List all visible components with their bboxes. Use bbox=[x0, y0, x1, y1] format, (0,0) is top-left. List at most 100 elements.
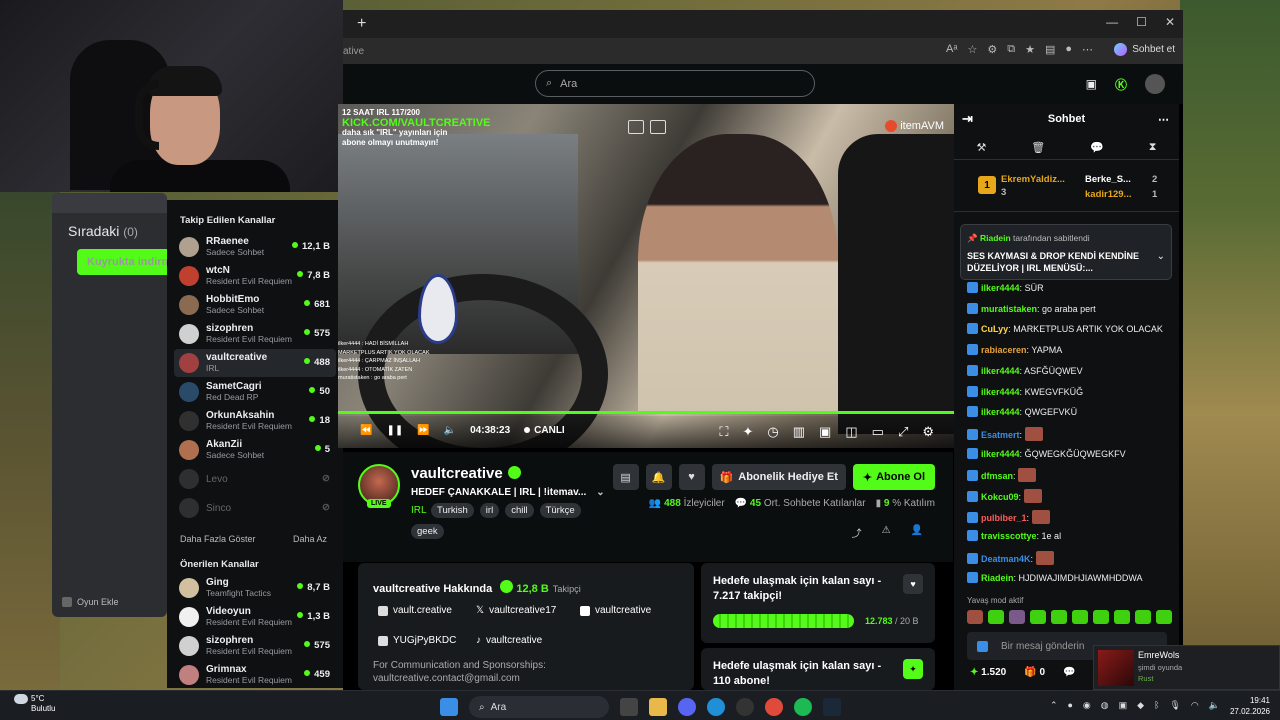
star-icon[interactable]: ✦ bbox=[903, 659, 923, 679]
sidebar-channel[interactable]: sizophren Resident Evil Requiem 575 bbox=[174, 632, 336, 660]
sidebar-channel[interactable]: OrkunAksahin Resident Evil Requiem 18 bbox=[174, 407, 336, 435]
hammer-icon[interactable]: ⚒ bbox=[976, 141, 986, 154]
chat-message[interactable]: muratistaken: go araba pert bbox=[967, 302, 1096, 314]
split-screen-icon[interactable]: ⧉ bbox=[1007, 43, 1015, 56]
chat-message[interactable]: CuLyy: MARKETPLUS ARTIK YOK OLACAK bbox=[967, 323, 1163, 335]
edge-icon[interactable] bbox=[707, 698, 725, 716]
collections-icon[interactable]: ▤ bbox=[1045, 43, 1055, 56]
chevron-down-icon[interactable]: ⌄ bbox=[596, 487, 604, 498]
chat-username[interactable]: ilker4444 bbox=[981, 407, 1020, 417]
chat-message[interactable]: travisscottye: 1e al bbox=[967, 530, 1061, 542]
task-view-icon[interactable] bbox=[620, 698, 638, 716]
streamer-name[interactable]: vaultcreative bbox=[411, 465, 503, 482]
tray-app-icon[interactable]: ▣ bbox=[1119, 700, 1128, 711]
file-explorer-icon[interactable] bbox=[649, 698, 667, 716]
video-player[interactable]: 12 SAAT IRL 117/200 KICK.COM/VAULTCREATI… bbox=[338, 104, 954, 448]
chat-message[interactable]: rabiaceren: YAPMA bbox=[967, 344, 1062, 356]
favorites-icon[interactable]: ★ bbox=[1025, 43, 1035, 56]
emote-icon[interactable] bbox=[1114, 610, 1130, 624]
subscribe-button[interactable]: ✦ Abone Ol bbox=[852, 464, 935, 490]
instagram-link[interactable]: vault.creative bbox=[378, 605, 452, 616]
sidebar-channel[interactable]: Ging Teamfight Tactics 8,7 B bbox=[174, 574, 336, 602]
chat-username[interactable]: Deatman4K bbox=[981, 554, 1031, 564]
chat-username[interactable]: Riadein bbox=[981, 573, 1014, 583]
collapse-chat-icon[interactable]: ⇥ bbox=[962, 111, 973, 127]
chat-username[interactable]: rabiaceren bbox=[981, 345, 1027, 355]
emote-icon[interactable] bbox=[1051, 610, 1067, 624]
sidebar-channel[interactable]: HobbitEmo Sadece Sohbet 681 bbox=[174, 291, 336, 319]
trash-icon[interactable]: 🗑 bbox=[1031, 141, 1045, 154]
chat-message[interactable]: ilker4444: ĞQWEGKĞÜQWEGKFV bbox=[967, 447, 1126, 459]
favorite-icon[interactable]: ☆ bbox=[967, 43, 977, 56]
emote-icon[interactable] bbox=[1009, 610, 1025, 624]
new-tab-icon[interactable]: + bbox=[357, 15, 366, 33]
x-link[interactable]: 𝕏vaultcreative17 bbox=[476, 605, 556, 616]
sparkle-icon[interactable]: ✦ bbox=[743, 424, 754, 440]
chat-username[interactable]: travisscottye bbox=[981, 531, 1037, 541]
chat-username[interactable]: muratistaken bbox=[981, 304, 1037, 314]
profile-icon[interactable]: ● bbox=[1065, 43, 1072, 56]
chat-settings-icon[interactable]: ⋯ bbox=[1158, 113, 1169, 126]
creator-icon[interactable]: ▣ bbox=[1086, 77, 1097, 91]
tag[interactable]: geek bbox=[411, 524, 444, 539]
chevron-down-icon[interactable]: ⌄ bbox=[1157, 251, 1165, 262]
chat-bubble-icon[interactable]: 💬 bbox=[1090, 141, 1104, 154]
heart-icon[interactable]: ♥ bbox=[903, 574, 923, 594]
chat-username[interactable]: Kokcu09 bbox=[981, 492, 1019, 502]
settings-icon[interactable]: ⚙ bbox=[922, 424, 934, 440]
tag[interactable]: Türkçe bbox=[539, 503, 581, 518]
theater-mode-icon[interactable] bbox=[628, 120, 644, 134]
sidebar-channel[interactable]: Videoyun Resident Evil Requiem 1,3 B bbox=[174, 603, 336, 631]
fullscreen-icon[interactable]: ⤢ bbox=[898, 424, 908, 440]
emote-icon[interactable] bbox=[1093, 610, 1109, 624]
tray-app-icon[interactable]: ◆ bbox=[1137, 700, 1144, 711]
show-more-link[interactable]: Daha Fazla Göster bbox=[180, 534, 256, 544]
theater-icon[interactable]: ▭ bbox=[872, 424, 884, 440]
clock[interactable]: 19:41 27.02.2026 bbox=[1230, 695, 1270, 717]
chat-username[interactable]: CuLyy bbox=[981, 324, 1008, 334]
emote-icon[interactable] bbox=[1156, 610, 1172, 624]
tray-app-icon[interactable]: ◍ bbox=[1101, 700, 1109, 711]
gifts-counter[interactable]: 🎁 0 bbox=[1024, 667, 1045, 678]
sidebar-channel[interactable]: sizophren Resident Evil Requiem 575 bbox=[174, 320, 336, 348]
emote-icon[interactable] bbox=[1135, 610, 1151, 624]
chat-message[interactable]: pulbiber_1: bbox=[967, 509, 1050, 524]
close-icon[interactable]: ✕ bbox=[1165, 15, 1175, 29]
windows-start-icon[interactable] bbox=[440, 698, 458, 716]
tray-app-icon[interactable]: ● bbox=[1067, 700, 1072, 711]
clip-icon[interactable]: ⛶ bbox=[719, 424, 728, 440]
sidebar-channel[interactable]: AkanZii Sadece Sohbet 5 bbox=[174, 436, 336, 464]
sidebar-channel[interactable]: vaultcreative IRL 488 bbox=[174, 349, 336, 377]
chat-message[interactable]: Kokcu09: bbox=[967, 489, 1042, 503]
emote-icon[interactable] bbox=[1030, 610, 1046, 624]
pip-button-icon[interactable]: ▣ bbox=[819, 424, 831, 440]
emote-icon[interactable] bbox=[967, 610, 983, 624]
add-user-icon[interactable]: 👤 bbox=[911, 525, 923, 540]
sidebar-channel[interactable]: Levo ⊘ bbox=[174, 465, 336, 493]
address-bar[interactable]: ative Aᵃ ☆ ⚙ ⧉ ★ ▤ ● ⋯ Sohbet et bbox=[343, 38, 1183, 64]
chat-username[interactable]: dfmsan bbox=[981, 471, 1013, 481]
weather-widget[interactable]: 5°C Bulutlu bbox=[14, 694, 55, 714]
follow-button[interactable]: ♥ bbox=[678, 464, 705, 490]
steam-icon[interactable] bbox=[823, 698, 841, 716]
spotify-icon[interactable] bbox=[794, 698, 812, 716]
gift-sub-button[interactable]: 🎁 Abonelik Hediye Et bbox=[711, 464, 846, 490]
discord-app-icon[interactable] bbox=[678, 698, 696, 716]
read-aloud-icon[interactable]: Aᵃ bbox=[946, 43, 957, 56]
forward-icon[interactable]: ⏩ bbox=[417, 425, 429, 436]
sidebar-channel[interactable]: wtcN Resident Evil Requiem 7,8 B bbox=[174, 262, 336, 290]
microphone-icon[interactable]: 🎙 bbox=[1169, 700, 1180, 711]
wifi-icon[interactable]: ◠ bbox=[1191, 700, 1199, 711]
chat-username[interactable]: ilker4444 bbox=[981, 387, 1020, 397]
pause-icon[interactable]: ❚❚ bbox=[386, 425, 403, 436]
pinned-message[interactable]: 📌 Riadein tarafından sabitlendi SES KAYM… bbox=[960, 224, 1172, 280]
chat-username[interactable]: ilker4444 bbox=[981, 449, 1020, 459]
chat-username[interactable]: ilker4444 bbox=[981, 366, 1020, 376]
stats-icon[interactable]: ▥ bbox=[793, 424, 805, 440]
points-counter[interactable]: ✦ 1.520 bbox=[970, 667, 1006, 678]
search-input[interactable]: ⌕ Ara bbox=[535, 70, 815, 97]
tag[interactable]: Turkish bbox=[431, 503, 474, 518]
report-icon[interactable]: ⚠ bbox=[882, 525, 891, 540]
sidebar-channel[interactable]: Sinco ⊘ bbox=[174, 494, 336, 522]
copilot-button[interactable]: Sohbet et bbox=[1114, 43, 1175, 56]
